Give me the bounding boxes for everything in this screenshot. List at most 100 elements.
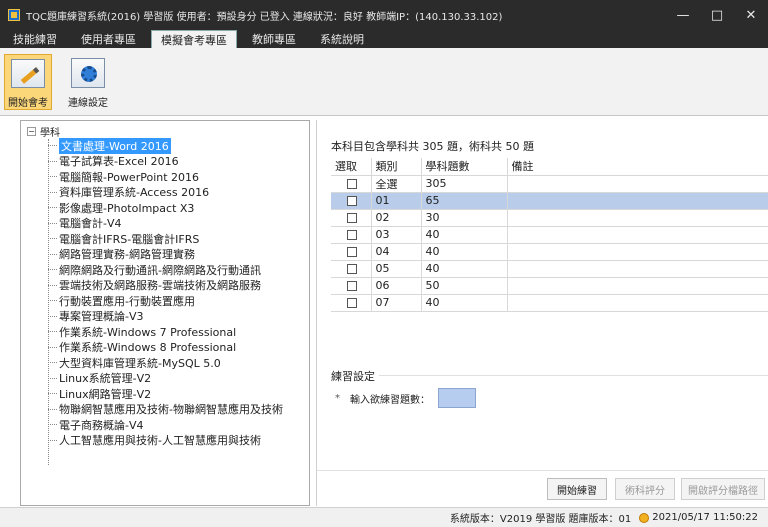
practical-score-button[interactable]: 術科評分: [615, 478, 675, 500]
table-row[interactable]: 05 40: [331, 260, 768, 278]
col-count[interactable]: 學科題數: [421, 158, 508, 176]
practice-count-label: 輸入欲練習題數：: [350, 394, 430, 406]
open-score-path-button[interactable]: 開啟評分檔路徑: [681, 478, 765, 500]
row-category: 05: [371, 260, 422, 278]
row-note: [507, 294, 768, 312]
row-checkbox[interactable]: [347, 298, 357, 308]
row-count: 40: [421, 226, 508, 244]
row-category: 07: [371, 294, 422, 312]
tree-item[interactable]: 資料庫管理系統-Access 2016: [48, 186, 209, 199]
practice-settings-label: 練習設定: [331, 370, 375, 383]
col-category[interactable]: 類別: [371, 158, 422, 176]
table-row[interactable]: 03 40: [331, 226, 768, 244]
tree-item[interactable]: 作業系統-Windows 7 Professional: [48, 325, 236, 339]
ribbon: 開始會考 連線設定: [0, 48, 768, 116]
row-category: 01: [371, 192, 422, 210]
menu-bar: 技能練習 使用者專區 模擬會考專區 教師專區 系統說明: [0, 30, 768, 48]
row-checkbox[interactable]: [347, 281, 357, 291]
tree-item[interactable]: 文書處理-Word 2016: [48, 137, 171, 154]
question-summary: 本科目包含學科共 305 題，術科共 50 題: [331, 140, 534, 153]
maximize-button[interactable]: □: [700, 0, 734, 30]
tree-item[interactable]: 電子試算表-Excel 2016: [48, 155, 179, 168]
tab-skill-practice[interactable]: 技能練習: [4, 30, 66, 48]
row-category: 全選: [371, 175, 422, 193]
row-count: 30: [421, 209, 508, 227]
pencil-icon: [11, 59, 45, 88]
row-note: [507, 260, 768, 278]
tree-item[interactable]: 網路管理實務-網路管理實務: [48, 248, 195, 261]
row-checkbox[interactable]: [347, 264, 357, 274]
status-bar: 系統版本：V2019 學習版 題庫版本：01 2021/05/17 11:50:…: [0, 507, 768, 527]
tab-mock-exam-area[interactable]: 模擬會考專區: [151, 30, 237, 48]
gear-icon: [71, 58, 105, 88]
row-note: [507, 277, 768, 295]
table-row[interactable]: 06 50: [331, 277, 768, 295]
start-exam-label: 開始會考: [8, 98, 48, 109]
connection-settings-label: 連線設定: [68, 98, 108, 109]
table-row[interactable]: 01 65: [331, 192, 768, 210]
row-count: 50: [421, 277, 508, 295]
tree-item[interactable]: 專案管理概論-V3: [48, 310, 144, 323]
practice-count-input[interactable]: [438, 388, 476, 408]
tree-item[interactable]: 物聯網智慧應用及技術-物聯網智慧應用及技術: [48, 403, 283, 416]
tree-root[interactable]: − 學科: [27, 124, 60, 139]
version-info: 系統版本：V2019 學習版 題庫版本：01: [449, 514, 632, 525]
tab-user-area[interactable]: 使用者專區: [72, 30, 145, 48]
table-row[interactable]: 04 40: [331, 243, 768, 261]
row-count: 65: [421, 192, 508, 210]
row-note: [507, 226, 768, 244]
app-icon: [8, 9, 20, 21]
row-count: 40: [421, 294, 508, 312]
row-note: [507, 209, 768, 227]
table-header-row: 選取 類別 學科題數 備註: [331, 158, 768, 176]
col-note[interactable]: 備註: [507, 158, 768, 176]
tree-item[interactable]: 大型資料庫管理系統-MySQL 5.0: [48, 356, 221, 370]
tree-item[interactable]: 影像處理-PhotoImpact X3: [48, 201, 194, 215]
tree-item[interactable]: 電子商務概論-V4: [48, 418, 144, 432]
status-datetime: 2021/05/17 11:50:22: [652, 512, 758, 523]
table-row[interactable]: 全選 305: [331, 175, 768, 193]
tree-item[interactable]: 雲端技術及網路服務-雲端技術及網路服務: [48, 279, 261, 292]
row-count: 305: [421, 175, 508, 193]
bottom-divider: [317, 470, 768, 471]
row-checkbox[interactable]: [347, 247, 357, 257]
row-count: 40: [421, 243, 508, 261]
close-button[interactable]: ✕: [734, 0, 768, 30]
tree-item[interactable]: 作業系統-Windows 8 Professional: [48, 341, 236, 354]
subject-tree: − 學科 文書處理-Word 2016 電子試算表-Excel 2016 電腦簡…: [20, 120, 310, 506]
collapse-icon[interactable]: −: [27, 127, 36, 136]
row-category: 03: [371, 226, 422, 244]
tab-system-help[interactable]: 系統說明: [311, 30, 373, 48]
settings-divider: [379, 375, 768, 376]
row-checkbox[interactable]: [347, 213, 357, 223]
window-controls: — □ ✕: [666, 0, 768, 30]
col-select[interactable]: 選取: [331, 158, 372, 176]
row-note: [507, 192, 768, 210]
row-checkbox[interactable]: [347, 179, 357, 189]
table-row[interactable]: 02 30: [331, 209, 768, 227]
tree-item[interactable]: 行動裝置應用-行動裝置應用: [48, 294, 195, 308]
minimize-button[interactable]: —: [666, 0, 700, 30]
tree-root-label: 學科: [40, 128, 60, 139]
tree-item[interactable]: 電腦會計-V4: [48, 217, 122, 230]
tree-item[interactable]: 網際網路及行動通訊-網際網路及行動通訊: [48, 263, 261, 277]
table-row[interactable]: 07 40: [331, 294, 768, 312]
tree-item[interactable]: 電腦簡報-PowerPoint 2016: [48, 170, 199, 184]
tree-item[interactable]: 人工智慧應用與技術-人工智慧應用與技術: [48, 434, 261, 447]
connection-settings-button[interactable]: 連線設定: [60, 54, 116, 110]
row-count: 40: [421, 260, 508, 278]
tree-item[interactable]: Linux系統管理-V2: [48, 372, 151, 385]
tab-teacher-area[interactable]: 教師專區: [243, 30, 305, 48]
row-checkbox[interactable]: [347, 230, 357, 240]
row-note: [507, 243, 768, 261]
row-category: 06: [371, 277, 422, 295]
window-title: TQC題庫練習系統(2016) 學習版 使用者：預設身分 已登入 連線狀況：良好…: [26, 11, 503, 23]
row-note: [507, 175, 768, 193]
required-marker: *: [335, 392, 340, 404]
start-practice-button[interactable]: 開始練習: [547, 478, 607, 500]
start-exam-button[interactable]: 開始會考: [4, 54, 52, 110]
row-checkbox[interactable]: [347, 196, 357, 206]
category-table: 選取 類別 學科題數 備註 全選 305 01 65 02 30 03 40 0…: [331, 158, 768, 312]
tree-item[interactable]: 電腦會計IFRS-電腦會計IFRS: [48, 232, 199, 246]
tree-item[interactable]: Linux網路管理-V2: [48, 387, 151, 401]
